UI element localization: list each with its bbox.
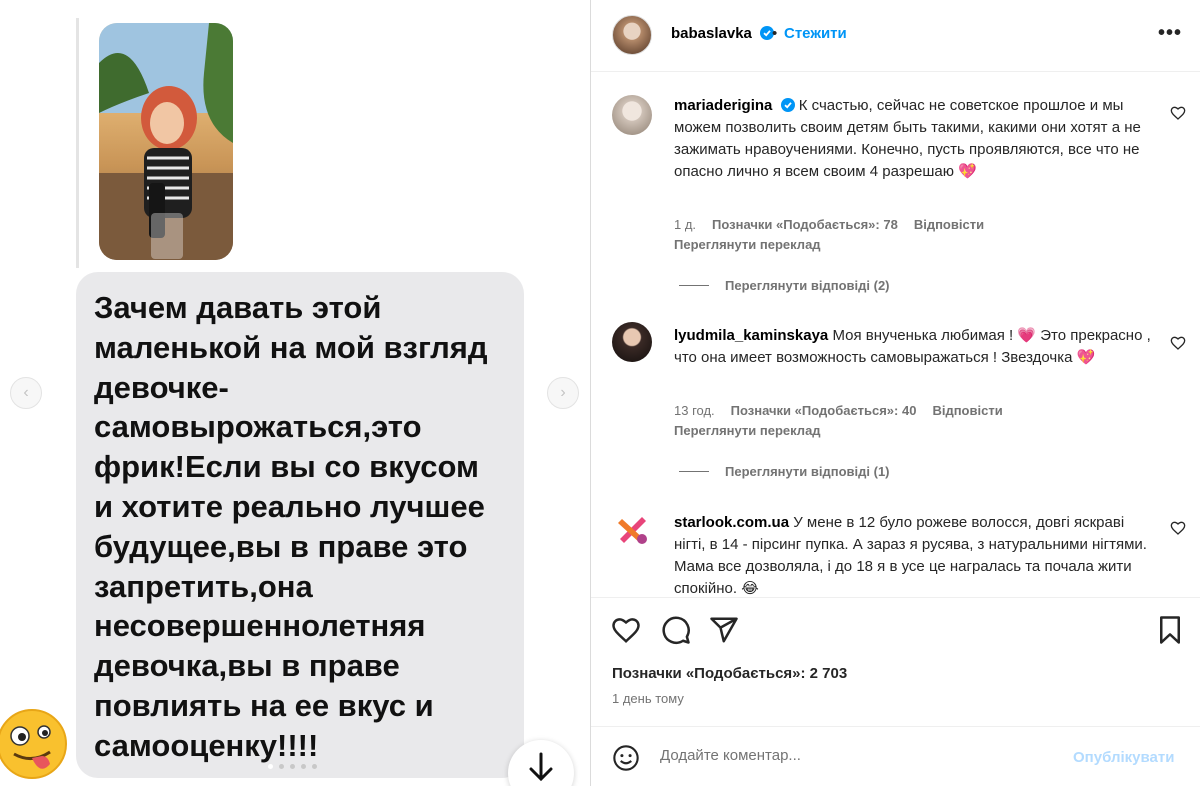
- chevron-left-icon: ‹: [23, 384, 29, 401]
- translate-link[interactable]: Переглянути переклад: [674, 237, 821, 252]
- post-time[interactable]: 1 день тому: [612, 691, 684, 706]
- carousel-dot: [268, 764, 273, 769]
- follow-button[interactable]: Стежити: [784, 25, 847, 42]
- comments-list: mariaderigina К счастью, сейчас не совет…: [591, 73, 1200, 597]
- heart-icon[interactable]: [1170, 105, 1186, 121]
- post-likes-count[interactable]: Позначки «Подобається»: 2 703: [612, 665, 847, 682]
- replies-line: [679, 471, 709, 472]
- comment-body: mariaderigina К счастью, сейчас не совет…: [674, 95, 1154, 183]
- carousel-dots: [268, 764, 317, 769]
- carousel-dot: [312, 764, 317, 769]
- carousel-dot: [290, 764, 295, 769]
- verified-badge-icon: [780, 98, 795, 112]
- comment-body: starlook.com.ua У мене в 12 було рожеве …: [674, 512, 1154, 597]
- post-media: Зачем давать этой маленькой на мой взгля…: [0, 0, 590, 786]
- comment-likes[interactable]: Позначки «Подобається»: 40: [731, 403, 917, 418]
- publish-button[interactable]: Опублікувати: [1073, 749, 1174, 766]
- carousel-prev-button[interactable]: ‹: [10, 377, 42, 409]
- post-actions: Позначки «Подобається»: 2 703 1 день том…: [591, 597, 1200, 717]
- down-arrow-icon: [529, 752, 553, 782]
- author-username-label: babaslavka: [671, 25, 752, 42]
- comment-meta: 13 год. Позначки «Подобається»: 40 Відпо…: [674, 403, 1003, 418]
- add-comment-bar: Опублікувати: [591, 726, 1200, 786]
- comment-likes[interactable]: Позначки «Подобається»: 78: [712, 217, 898, 232]
- photo-illustration: [99, 23, 233, 260]
- bookmark-icon[interactable]: [1155, 615, 1185, 645]
- smile-icon[interactable]: [612, 744, 640, 772]
- author-username[interactable]: babaslavka: [671, 25, 775, 42]
- carousel-dot: [279, 764, 284, 769]
- commenter-avatar[interactable]: [612, 322, 652, 362]
- comment-body: lyudmila_kaminskaya Моя внученька любима…: [674, 325, 1154, 369]
- carousel-dot: [301, 764, 306, 769]
- commenter-avatar[interactable]: [612, 509, 652, 549]
- commenter-avatar[interactable]: [612, 95, 652, 135]
- post-sidebar: babaslavka • Стежити ••• mariaderigina К…: [590, 0, 1200, 786]
- view-replies-label: Переглянути відповіді (1): [725, 464, 890, 479]
- header-separator: •: [772, 25, 778, 42]
- message-text: Зачем давать этой маленькой на мой взгля…: [94, 290, 488, 763]
- view-replies-label: Переглянути відповіді (2): [725, 278, 890, 293]
- comment-icon[interactable]: [661, 615, 691, 645]
- heart-icon[interactable]: [1170, 335, 1186, 351]
- carousel-next-button[interactable]: ›: [547, 377, 579, 409]
- comment-time[interactable]: 13 год.: [674, 403, 715, 418]
- author-avatar[interactable]: [612, 15, 652, 55]
- post-header: babaslavka • Стежити •••: [591, 0, 1200, 72]
- view-replies-button[interactable]: Переглянути відповіді (1): [679, 464, 890, 479]
- share-icon[interactable]: [709, 615, 739, 645]
- tongue-out-emoji-icon: [0, 708, 68, 780]
- commenter-username[interactable]: mariaderigina: [674, 97, 772, 114]
- view-replies-button[interactable]: Переглянути відповіді (2): [679, 278, 890, 293]
- more-icon[interactable]: •••: [1158, 22, 1182, 45]
- replies-line: [679, 285, 709, 286]
- comment-input[interactable]: [660, 747, 1040, 764]
- heart-icon[interactable]: [1170, 520, 1186, 536]
- reply-thread-line: [76, 18, 79, 268]
- comment-meta: 1 д. Позначки «Подобається»: 78 Відповіс…: [674, 217, 984, 232]
- reply-button[interactable]: Відповісти: [932, 403, 1002, 418]
- comment-time[interactable]: 1 д.: [674, 217, 696, 232]
- chevron-right-icon: ›: [560, 384, 566, 401]
- like-heart-icon[interactable]: [611, 615, 641, 645]
- starlook-logo-icon: [618, 517, 647, 544]
- app-root: Зачем давать этой маленькой на мой взгля…: [0, 0, 1200, 786]
- reply-button[interactable]: Відповісти: [914, 217, 984, 232]
- commenter-username[interactable]: starlook.com.ua: [674, 514, 789, 531]
- translate-link[interactable]: Переглянути переклад: [674, 423, 821, 438]
- post-photo-girl: [99, 23, 233, 260]
- commenter-username[interactable]: lyudmila_kaminskaya: [674, 327, 828, 344]
